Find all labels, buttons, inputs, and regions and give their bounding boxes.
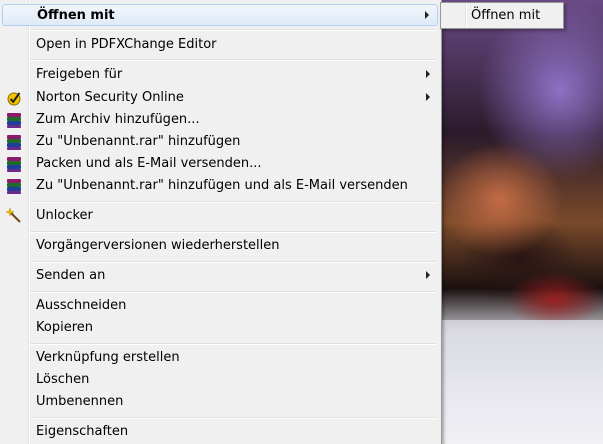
menu-item-verknuepfung-erstellen[interactable]: Verknüpfung erstellen xyxy=(2,347,438,369)
menu-item-freigeben-fuer[interactable]: Freigeben für xyxy=(2,64,438,86)
menu-item-oeffnen-mit[interactable]: Öffnen mit xyxy=(2,4,438,26)
menu-item-ausschneiden[interactable]: Ausschneiden xyxy=(2,295,438,317)
menu-item-label: Senden an xyxy=(36,268,106,283)
menu-item-label: Zu "Unbenannt.rar" hinzufügen und als E-… xyxy=(36,178,408,193)
menu-separator xyxy=(30,417,436,419)
menu-item-label: Vorgängerversionen wiederherstellen xyxy=(36,238,280,253)
menu-item-norton-security-online[interactable]: Norton Security Online xyxy=(2,87,438,109)
desktop-background-blur xyxy=(430,320,603,444)
menu-item-label: Zum Archiv hinzufügen... xyxy=(36,112,200,127)
menu-item-label: Löschen xyxy=(36,372,90,387)
menu-item-zu-unbenannt-rar-hinzufuegen[interactable]: Zu "Unbenannt.rar" hinzufügen xyxy=(2,131,438,153)
menu-item-label: Open in PDFXChange Editor xyxy=(36,37,217,52)
submenu-item-oeffnen-mit[interactable]: Öffnen mit xyxy=(471,8,540,24)
menu-item-label: Kopieren xyxy=(36,320,93,335)
magic-wand-icon xyxy=(5,207,22,224)
menu-item-label: Eigenschaften xyxy=(36,424,129,439)
menu-separator xyxy=(30,59,436,61)
menu-item-label: Unlocker xyxy=(36,208,93,223)
menu-item-eigenschaften[interactable]: Eigenschaften xyxy=(2,421,438,443)
submenu-arrow-icon xyxy=(426,93,430,101)
winrar-icon xyxy=(6,134,22,150)
submenu-arrow-icon xyxy=(426,70,430,78)
menu-separator xyxy=(30,291,436,293)
winrar-icon xyxy=(6,112,22,128)
menu-separator xyxy=(30,29,436,31)
menu-item-senden-an[interactable]: Senden an xyxy=(2,265,438,287)
submenu-oeffnen-mit: Öffnen mit xyxy=(440,2,564,29)
menu-item-loeschen[interactable]: Löschen xyxy=(2,369,438,391)
winrar-icon xyxy=(6,156,22,172)
norton-icon xyxy=(6,90,22,106)
menu-item-label: Zu "Unbenannt.rar" hinzufügen xyxy=(36,134,241,149)
menu-item-label: Norton Security Online xyxy=(36,90,184,105)
menu-item-umbenennen[interactable]: Umbenennen xyxy=(2,391,438,413)
menu-item-kopieren[interactable]: Kopieren xyxy=(2,317,438,339)
menu-item-packen-und-email[interactable]: Packen und als E-Mail versenden... xyxy=(2,153,438,175)
submenu-arrow-icon xyxy=(425,11,429,19)
submenu-icon-gutter xyxy=(465,3,467,28)
context-menu: Öffnen mit Open in PDFXChange Editor Fre… xyxy=(0,0,442,444)
menu-item-vorgaengerversionen[interactable]: Vorgängerversionen wiederherstellen xyxy=(2,235,438,257)
menu-item-label: Verknüpfung erstellen xyxy=(36,350,180,365)
menu-item-label: Öffnen mit xyxy=(37,8,115,23)
menu-item-label: Freigeben für xyxy=(36,67,123,82)
menu-item-open-in-pdfxchange[interactable]: Open in PDFXChange Editor xyxy=(2,34,438,56)
menu-item-label: Ausschneiden xyxy=(36,298,127,313)
menu-separator xyxy=(30,201,436,203)
submenu-arrow-icon xyxy=(426,271,430,279)
menu-item-zum-archiv-hinzufuegen[interactable]: Zum Archiv hinzufügen... xyxy=(2,109,438,131)
menu-separator xyxy=(30,261,436,263)
menu-item-label: Packen und als E-Mail versenden... xyxy=(36,156,262,171)
winrar-icon xyxy=(6,178,22,194)
menu-item-label: Umbenennen xyxy=(36,394,124,409)
menu-item-unlocker[interactable]: Unlocker xyxy=(2,205,438,227)
menu-item-zu-unbenannt-rar-und-email[interactable]: Zu "Unbenannt.rar" hinzufügen und als E-… xyxy=(2,175,438,197)
menu-separator xyxy=(30,231,436,233)
menu-separator xyxy=(30,343,436,345)
